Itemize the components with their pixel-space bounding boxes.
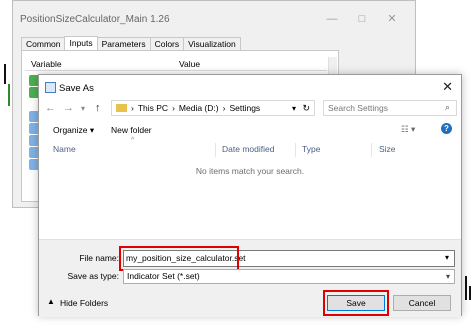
tab-inputs[interactable]: Inputs [64, 36, 98, 50]
back-arrow-icon[interactable]: ← [45, 102, 56, 114]
value-column-header[interactable]: Value [173, 57, 200, 70]
window-title: PositionSizeCalculator_Main 1.26 [20, 14, 170, 25]
chart-candle [465, 276, 467, 300]
variable-column-header[interactable]: Variable [25, 57, 173, 70]
name-column-header[interactable]: Name [53, 144, 76, 154]
minimize-button[interactable]: — [317, 13, 347, 25]
sort-up-icon: ^ [131, 137, 135, 144]
type-column-header[interactable]: Type [302, 144, 320, 154]
file-name-highlight [119, 246, 239, 271]
new-folder-button[interactable]: New folder [111, 125, 152, 135]
help-icon[interactable]: ? [441, 123, 452, 134]
file-name-label: File name: [79, 253, 119, 263]
close-icon[interactable]: ✕ [442, 79, 453, 95]
search-input[interactable]: Search Settings [323, 100, 457, 116]
save-type-select[interactable]: Indicator Set (*.set) ▾ [123, 269, 455, 284]
save-type-value: Indicator Set (*.set) [127, 271, 200, 281]
save-as-icon [45, 82, 56, 93]
maximize-button[interactable]: □ [347, 13, 377, 25]
save-as-dialog: Save As ✕ ← → ▾ ↑ › This PC › Media (D:)… [38, 74, 462, 317]
up-arrow-icon[interactable]: ↑ [95, 102, 101, 114]
address-bar[interactable]: › This PC › Media (D:) › Settings ▾ ↻ [111, 100, 315, 116]
organize-menu[interactable]: Organize ▾ [53, 125, 94, 136]
hide-folders-button[interactable]: Hide Folders [60, 298, 108, 308]
chart-candle [469, 286, 471, 300]
search-icon: ⌕ [445, 102, 451, 112]
size-column-header[interactable]: Size [379, 144, 396, 154]
tab-parameters[interactable]: Parameters [96, 37, 151, 50]
navigation-bar: ← → ▾ ↑ › This PC › Media (D:) › Setting… [39, 97, 461, 121]
tab-colors[interactable]: Colors [149, 37, 185, 50]
view-options-icon[interactable]: ☷ ▾ [401, 124, 415, 135]
tab-strip: Common Inputs Parameters Colors Visualiz… [21, 36, 241, 50]
hide-folders-chevron-icon[interactable]: ▲ [47, 297, 55, 306]
cancel-button[interactable]: Cancel [393, 295, 451, 311]
chart-candle [8, 84, 10, 106]
chevron-down-icon: ▾ [445, 272, 450, 281]
date-modified-column-header[interactable]: Date modified [222, 144, 274, 154]
save-button-highlight [323, 290, 389, 316]
breadcrumb-media-d[interactable]: Media (D:) [179, 103, 219, 113]
file-list-header: Name ^ Date modified Type Size [39, 137, 461, 157]
folder-icon [116, 104, 127, 112]
save-type-label: Save as type: [67, 271, 119, 281]
empty-message: No items match your search. [195, 166, 305, 176]
file-name-dropdown-icon[interactable]: ▾ [445, 253, 449, 262]
tab-visualization[interactable]: Visualization [183, 37, 241, 50]
command-toolbar: Organize ▾ New folder ☷ ▾ ? [39, 123, 461, 141]
recent-chevron-icon[interactable]: ▾ [81, 104, 85, 113]
inputs-grid-header: Variable Value [25, 57, 327, 71]
save-options-panel: File name: my_position_size_calculator.s… [39, 239, 461, 317]
dialog-title: Save As [59, 83, 94, 94]
close-button[interactable]: ✕ [377, 12, 407, 25]
window-controls: — □ ✕ [317, 12, 407, 25]
breadcrumb-this-pc[interactable]: This PC [138, 103, 168, 113]
forward-arrow-icon[interactable]: → [63, 102, 74, 114]
tab-common[interactable]: Common [21, 37, 66, 50]
address-dropdown-icon[interactable]: ▾ [292, 104, 296, 113]
refresh-icon[interactable]: ↻ [302, 103, 310, 114]
chart-candle [4, 64, 6, 84]
breadcrumb-settings[interactable]: Settings [229, 103, 260, 113]
